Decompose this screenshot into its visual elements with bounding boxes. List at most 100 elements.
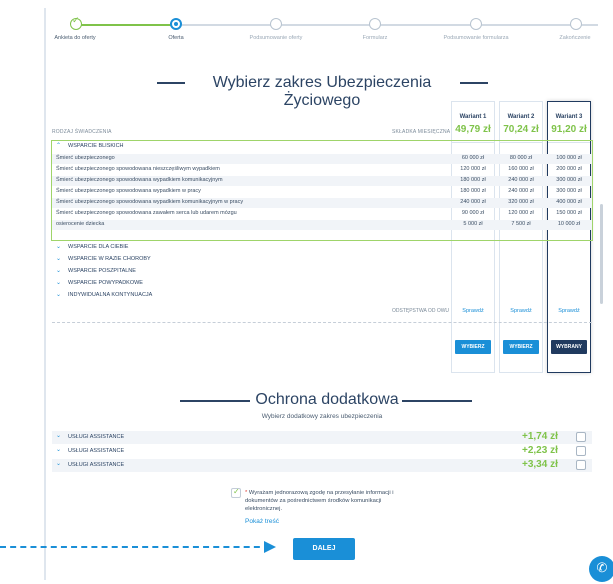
group-label: WSPARCIE DLA CIEBIE	[68, 244, 129, 250]
variant-1-price: 49,79 zł	[455, 124, 491, 135]
addon-price: +2,23 zł	[522, 445, 558, 456]
group-toggle[interactable]: ⌄ WSPARCIE POWYPADKOWE	[52, 279, 592, 289]
addons-subtitle: Wybierz dodatkowy zakres ubezpieczenia	[261, 413, 383, 420]
title-rule-right	[460, 82, 488, 84]
required-mark: *	[245, 490, 248, 496]
row-value-v2: 240 000 zł	[508, 188, 534, 194]
chevron-down-icon: ⌄	[56, 432, 62, 439]
consent-checkbox[interactable]: ✓	[231, 487, 241, 498]
table-row: Śmierć ubezpieczonego spowodowana nieszc…	[52, 165, 592, 175]
title-rule-left	[157, 82, 185, 84]
addon-label: USŁUGI ASSISTANCE	[68, 448, 125, 454]
consent-text: * Wyrażam jednorazową zgodę na przesyłan…	[245, 489, 395, 513]
variant-2-check-link[interactable]: Sprawdź	[499, 308, 543, 314]
addon-checkbox[interactable]	[576, 446, 586, 456]
group-label: WSPARCIE POWYPADKOWE	[68, 280, 143, 286]
table-row: Śmierć ubezpieczonego spowodowana wypadk…	[52, 176, 592, 186]
chevron-up-icon: ⌃	[56, 142, 62, 149]
group-label: INDYWIDUALNA KONTYNUACJA	[68, 292, 153, 298]
row-value-v1: 120 000 zł	[460, 166, 486, 172]
chosen-variant-3-button[interactable]: WYBRANY	[551, 340, 587, 354]
table-row: Śmierć ubezpieczonego 60 000 zł 80 000 z…	[52, 154, 592, 164]
step-4-label: Formularz	[362, 35, 388, 41]
benefit-column-header: RODZAJ ŚWIADCZENIA	[52, 129, 112, 135]
group-toggle[interactable]: ⌄ WSPARCIE POSZPITALNE	[52, 267, 592, 277]
addon-label: USŁUGI ASSISTANCE	[68, 462, 125, 468]
chevron-down-icon: ⌄	[56, 446, 62, 453]
group-toggle[interactable]: ⌄ WSPARCIE W RAZIE CHOROBY	[52, 255, 592, 265]
row-value-v2: 160 000 zł	[508, 166, 534, 172]
group-label: WSPARCIE POSZPITALNE	[68, 268, 136, 274]
table-row: Śmierć ubezpieczonego spowodowana wypadk…	[52, 187, 592, 197]
group-label: WSPARCIE W RAZIE CHOROBY	[68, 256, 151, 262]
group-toggle[interactable]: ⌄ INDYWIDUALNA KONTYNUACJA	[52, 291, 592, 301]
step-5-label: Podsumowanie formularza	[443, 35, 509, 41]
row-label: osierocenie dziecka	[56, 221, 105, 227]
step-1-label: Ankieta do oferty	[54, 35, 96, 41]
addon-checkbox[interactable]	[576, 432, 586, 442]
next-button[interactable]: DALEJ	[293, 538, 355, 560]
variant-3-price: 91,20 zł	[551, 124, 587, 135]
addon-checkbox[interactable]	[576, 460, 586, 470]
phone-icon[interactable]: ✆	[589, 556, 613, 582]
step-2-label: Oferta	[168, 35, 184, 41]
step-3-icon	[270, 18, 282, 30]
show-consent-link[interactable]: Pokaż treść	[245, 518, 279, 525]
step-connector	[76, 24, 174, 26]
page-title: Wybierz zakres Ubezpieczenia Życiowego	[212, 74, 432, 109]
row-value-v3: 10 000 zł	[557, 221, 581, 227]
table-scrollbar[interactable]	[600, 204, 603, 304]
divider	[52, 322, 592, 323]
variant-1-check-link[interactable]: Sprawdź	[451, 308, 495, 314]
variant-3-check-link[interactable]: Sprawdź	[547, 308, 591, 314]
addons-title: Ochrona dodatkowa	[255, 391, 399, 408]
addon-row[interactable]: ⌄ USŁUGI ASSISTANCE +1,74 zł	[52, 431, 592, 444]
step-3-label: Podsumowanie oferty	[249, 35, 303, 41]
chevron-down-icon: ⌄	[56, 460, 62, 467]
table-row: Śmierć ubezpieczonego spowodowana zawałe…	[52, 209, 592, 219]
row-value-v2: 320 000 zł	[508, 199, 534, 205]
addon-row[interactable]: ⌄ USŁUGI ASSISTANCE +3,34 zł	[52, 459, 592, 472]
table-row: osierocenie dziecka 5 000 zł 7 500 zł 10…	[52, 220, 592, 230]
step-6-label: Zakończenie	[559, 35, 591, 41]
row-label: Śmierć ubezpieczonego spowodowana wypadk…	[56, 199, 244, 205]
table-row: Śmierć ubezpieczonego spowodowana wypadk…	[52, 198, 592, 208]
chevron-down-icon: ⌄	[56, 279, 62, 286]
row-value-v2: 240 000 zł	[508, 177, 534, 183]
row-label: Śmierć ubezpieczonego spowodowana wypadk…	[56, 177, 223, 183]
chevron-down-icon: ⌄	[56, 255, 62, 262]
addon-label: USŁUGI ASSISTANCE	[68, 434, 125, 440]
row-label: Śmierć ubezpieczonego spowodowana nieszc…	[56, 166, 220, 172]
row-value-v1: 180 000 zł	[460, 188, 486, 194]
step-4-icon	[369, 18, 381, 30]
row-value-v2: 80 000 zł	[509, 155, 533, 161]
check-icon: ✓	[233, 487, 240, 496]
step-1-done-icon	[70, 16, 82, 30]
pointer-arrow-line	[0, 546, 270, 548]
row-value-v3: 300 000 zł	[556, 188, 582, 194]
row-label: Śmierć ubezpieczonego	[56, 155, 115, 161]
group-toggle[interactable]: ⌄ WSPARCIE DLA CIEBIE	[52, 243, 592, 253]
row-value-v1: 180 000 zł	[460, 177, 486, 183]
choose-variant-2-button[interactable]: WYBIERZ	[503, 340, 539, 354]
variant-3-name: Wariant 3	[555, 114, 583, 120]
addon-price: +3,34 zł	[522, 459, 558, 470]
step-2-active-icon	[170, 18, 182, 30]
row-value-v1: 90 000 zł	[461, 210, 485, 216]
exclusions-label: ODSTĘPSTWA OD OWU	[392, 308, 450, 314]
addon-row[interactable]: ⌄ USŁUGI ASSISTANCE +2,23 zł	[52, 445, 592, 458]
step-5-icon	[470, 18, 482, 30]
consent-body: Wyrażam jednorazową zgodę na przesyłanie…	[245, 490, 394, 512]
addon-price: +1,74 zł	[522, 431, 558, 442]
choose-variant-1-button[interactable]: WYBIERZ	[455, 340, 491, 354]
row-value-v3: 150 000 zł	[556, 210, 582, 216]
row-value-v1: 60 000 zł	[461, 155, 485, 161]
group-toggle-open[interactable]: ⌃ WSPARCIE BLISKICH	[52, 142, 592, 152]
arrow-head-icon	[264, 541, 276, 553]
row-value-v1: 5 000 zł	[463, 221, 483, 227]
premium-column-header: SKŁADKA MIESIĘCZNA	[392, 129, 451, 135]
chevron-down-icon: ⌄	[56, 267, 62, 274]
row-label: Śmierć ubezpieczonego spowodowana zawałe…	[56, 210, 237, 216]
chevron-down-icon: ⌄	[56, 243, 62, 250]
group-label: WSPARCIE BLISKICH	[68, 143, 124, 149]
